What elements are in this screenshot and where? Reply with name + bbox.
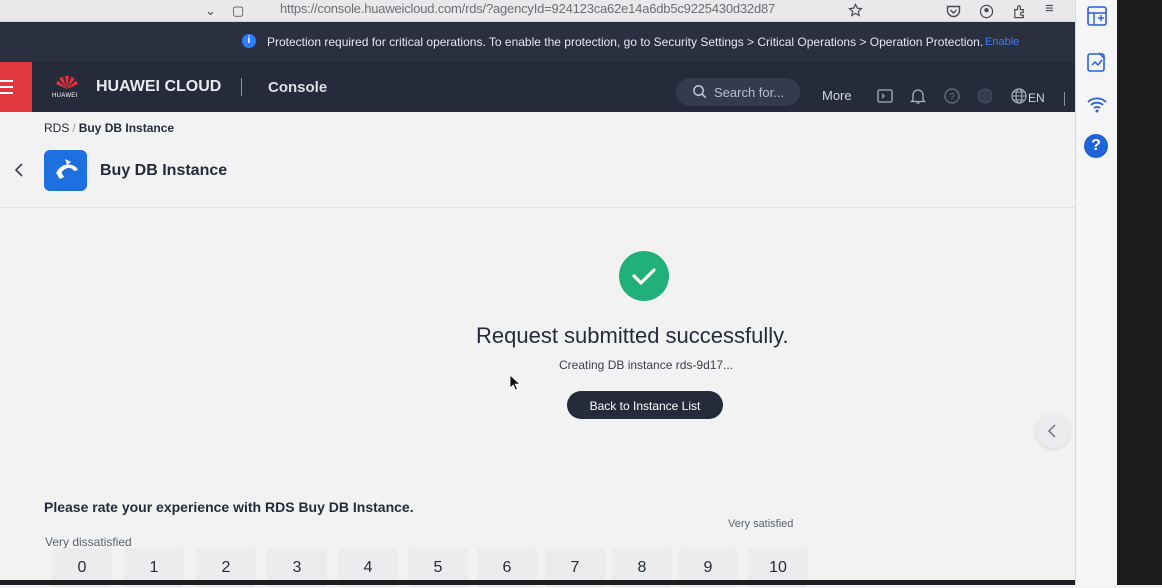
mouse-cursor-icon (509, 374, 521, 391)
breadcrumb-separator: / (72, 121, 76, 135)
screen-edge (1117, 0, 1162, 585)
search-placeholder: Search for... (714, 85, 785, 100)
help-circle-icon[interactable]: ? (943, 87, 961, 105)
rating-question: Please rate your experience with RDS Buy… (44, 499, 414, 515)
cloud-shell-icon[interactable] (876, 87, 894, 105)
note-edit-icon[interactable] (1085, 50, 1109, 74)
rds-product-icon (44, 150, 87, 191)
hamburger-menu-icon[interactable]: ≡ (1045, 1, 1054, 16)
bell-icon[interactable] (909, 87, 927, 105)
breadcrumb: RDS / Buy DB Instance (44, 121, 174, 135)
tab-grid-icon[interactable] (1085, 4, 1109, 28)
breadcrumb-current: Buy DB Instance (78, 121, 175, 135)
back-chevron-icon[interactable] (13, 162, 25, 178)
notice-text: Protection required for critical operati… (267, 35, 984, 49)
wifi-icon[interactable] (1085, 92, 1109, 116)
service-menu-button[interactable] (0, 62, 32, 112)
huawei-logo-icon (55, 76, 79, 89)
more-menu[interactable]: More (822, 88, 852, 103)
svg-text:?: ? (949, 92, 955, 103)
user-avatar-icon[interactable] (976, 87, 994, 105)
rating-low-label: Very dissatisfied (45, 535, 132, 549)
rating-high-label: Very satisfied (728, 518, 794, 530)
console-header: HUAWEI HUAWEI CLOUD Console Search for..… (0, 62, 1075, 112)
logo-wordmark: HUAWEI (52, 93, 78, 99)
browser-toolbar: ⌄ ▢ https://console.huaweicloud.com/rds/… (0, 0, 1075, 22)
account-icon[interactable] (979, 4, 994, 19)
success-check-icon (619, 251, 669, 301)
browser-sidebar (1075, 0, 1117, 585)
language-selector[interactable]: EN (1028, 91, 1045, 105)
page-icon: ▢ (232, 3, 245, 18)
enable-protection-link[interactable]: Enable (985, 36, 1019, 48)
header-divider (241, 78, 242, 96)
globe-icon[interactable] (1010, 87, 1028, 105)
pocket-icon[interactable] (946, 5, 961, 18)
search-input[interactable]: Search for... (676, 78, 800, 106)
screen-edge (0, 580, 1075, 585)
help-button[interactable]: ? (1084, 134, 1108, 158)
bookmark-star-icon[interactable] (848, 3, 863, 18)
chevron-down-icon[interactable]: ⌄ (205, 4, 216, 18)
content-divider (0, 207, 1075, 208)
header-divider (1064, 92, 1065, 106)
chevron-left-icon (1047, 424, 1056, 438)
success-subtitle: Creating DB instance rds-9d17... (559, 358, 734, 372)
success-title: Request submitted successfully. (476, 323, 789, 348)
extensions-icon[interactable] (1012, 4, 1027, 19)
info-icon: i (242, 34, 256, 48)
brand-name[interactable]: HUAWEI CLOUD (96, 78, 221, 96)
back-to-instance-list-button[interactable]: Back to Instance List (567, 391, 723, 419)
protection-notice: i Protection required for critical opera… (0, 22, 1075, 62)
breadcrumb-rds[interactable]: RDS (44, 121, 69, 135)
address-bar-url[interactable]: https://console.huaweicloud.com/rds/?age… (280, 1, 775, 16)
page-title: Buy DB Instance (100, 162, 228, 179)
search-icon (693, 85, 707, 99)
collapse-panel-button[interactable] (1036, 414, 1070, 448)
console-link[interactable]: Console (268, 79, 327, 96)
